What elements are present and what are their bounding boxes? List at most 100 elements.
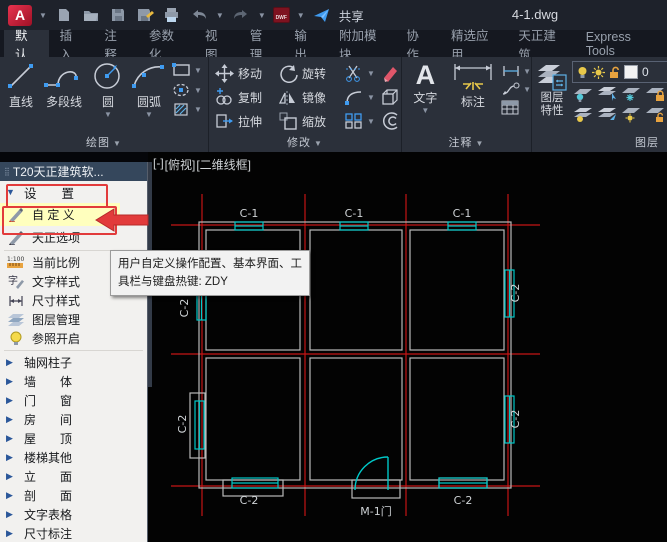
leader-caret-icon[interactable]: ▼ bbox=[523, 85, 531, 94]
group-text-table[interactable]: ▶文字表格 bbox=[0, 505, 147, 524]
group-stairs-other[interactable]: ▶楼梯其他 bbox=[0, 448, 147, 467]
undo-caret-icon[interactable]: ▼ bbox=[216, 11, 224, 20]
tab-manage[interactable]: 管理 bbox=[239, 30, 284, 57]
circle-caret-icon[interactable]: ▼ bbox=[104, 110, 112, 119]
hatch-button[interactable]: ▼ bbox=[172, 101, 202, 118]
item-reference-on[interactable]: 参照开启 bbox=[0, 329, 147, 348]
text-style-icon: 字 bbox=[6, 274, 26, 289]
group-roof[interactable]: ▶屋 顶 bbox=[0, 429, 147, 448]
app-logo-icon[interactable]: A bbox=[8, 5, 32, 26]
undo-icon[interactable] bbox=[189, 5, 209, 25]
item-layer-management[interactable]: 图层管理 bbox=[0, 310, 147, 329]
arc-button[interactable]: 圆弧 ▼ bbox=[128, 57, 170, 119]
tab-output[interactable]: 输出 bbox=[283, 30, 328, 57]
bulb-icon bbox=[6, 331, 26, 346]
layer-thaw-all-icon[interactable] bbox=[620, 106, 642, 124]
tab-tianzheng[interactable]: 天正建筑 bbox=[507, 30, 574, 57]
arc-icon bbox=[128, 60, 170, 92]
save-icon[interactable] bbox=[108, 5, 128, 25]
layer-panel-label[interactable]: 图层 bbox=[532, 134, 667, 150]
leader-button[interactable]: ▼ bbox=[501, 82, 531, 96]
annotate-panel-caret-icon: ▼ bbox=[476, 139, 485, 148]
tab-insert[interactable]: 插入 bbox=[49, 30, 94, 57]
tab-view[interactable]: 视图 bbox=[194, 30, 239, 57]
circle-button[interactable]: 圆 ▼ bbox=[90, 57, 126, 119]
group-dimension[interactable]: ▶尺寸标注 bbox=[0, 524, 147, 542]
layer-lock-icon[interactable] bbox=[644, 85, 666, 103]
tab-addins[interactable]: 附加模块 bbox=[328, 30, 395, 57]
move-button[interactable]: 移动 bbox=[215, 61, 279, 85]
redo-caret-icon[interactable]: ▼ bbox=[258, 11, 266, 20]
group-room[interactable]: ▶房 间 bbox=[0, 410, 147, 429]
group-elevation[interactable]: ▶立 面 bbox=[0, 467, 147, 486]
layer-properties-button[interactable]: 图层特性 bbox=[536, 59, 568, 127]
group-door-window[interactable]: ▶门 窗 bbox=[0, 391, 147, 410]
text-caret-icon[interactable]: ▼ bbox=[421, 106, 429, 115]
scale-button[interactable]: 缩放 bbox=[279, 109, 345, 133]
new-file-icon[interactable] bbox=[54, 5, 74, 25]
array-button[interactable]: ▼ bbox=[345, 109, 381, 133]
layer-on-off-icon[interactable] bbox=[572, 106, 594, 124]
tab-annotate[interactable]: 注释 bbox=[93, 30, 138, 57]
mirror-button[interactable]: 镜像 bbox=[279, 85, 345, 109]
stretch-button[interactable]: 拉伸 bbox=[215, 109, 279, 133]
group-section[interactable]: ▶剖 面 bbox=[0, 486, 147, 505]
redo-icon[interactable] bbox=[231, 5, 251, 25]
open-folder-icon[interactable] bbox=[81, 5, 101, 25]
layer-color-swatch[interactable] bbox=[624, 65, 638, 79]
trim-button[interactable]: ▼ bbox=[345, 61, 381, 85]
rectangle-button[interactable]: ▼ bbox=[172, 62, 202, 79]
polyline-button[interactable]: 多段线 bbox=[40, 57, 88, 119]
modify-panel-label[interactable]: 修改▼ bbox=[209, 134, 401, 150]
group-axis-column[interactable]: ▶轴网柱子 bbox=[0, 353, 147, 372]
line-button[interactable]: 直线 bbox=[4, 57, 38, 119]
save-as-icon[interactable] bbox=[135, 5, 155, 25]
fillet-caret-icon[interactable]: ▼ bbox=[367, 93, 375, 102]
text-button[interactable]: A 文字 ▼ bbox=[406, 59, 445, 115]
palette-title-bar[interactable]: ⣿ T20天正建筑软... bbox=[0, 162, 147, 181]
linear-dim-icon bbox=[501, 64, 521, 78]
share-plane-icon[interactable] bbox=[312, 5, 332, 25]
hatch-caret-icon[interactable]: ▼ bbox=[194, 105, 202, 114]
copy-button[interactable]: 复制 bbox=[215, 85, 279, 109]
print-icon[interactable] bbox=[162, 5, 182, 25]
rotate-button[interactable]: 旋转 bbox=[279, 61, 345, 85]
axis-grid-lines bbox=[171, 194, 540, 516]
layer-on-bulb-icon bbox=[577, 66, 588, 79]
linear-dim-caret-icon[interactable]: ▼ bbox=[523, 67, 531, 76]
ellipse-caret-icon[interactable]: ▼ bbox=[194, 86, 202, 95]
share-label[interactable]: 共享 bbox=[339, 6, 364, 25]
tab-express-tools[interactable]: Express Tools bbox=[575, 30, 667, 57]
layer-selector[interactable]: 0 bbox=[572, 61, 667, 83]
dwf-icon[interactable]: DWF bbox=[273, 7, 290, 23]
annotate-panel-label[interactable]: 注释▼ bbox=[402, 134, 531, 150]
table-button[interactable] bbox=[501, 100, 531, 115]
circle-icon bbox=[90, 60, 126, 92]
layer-freeze-icon[interactable] bbox=[620, 85, 642, 103]
fillet-button[interactable]: ▼ bbox=[345, 85, 381, 109]
tab-home[interactable]: 默认 bbox=[4, 30, 49, 57]
layer-prev-icon[interactable] bbox=[596, 106, 618, 124]
group-wall[interactable]: ▶墙 体 bbox=[0, 372, 147, 391]
ellipse-button[interactable]: ▼ bbox=[172, 82, 202, 98]
layer-match-icon[interactable] bbox=[596, 85, 618, 103]
array-caret-icon[interactable]: ▼ bbox=[367, 117, 375, 126]
layer-isolate-icon[interactable] bbox=[572, 85, 594, 103]
chevron-right-icon: ▶ bbox=[6, 376, 18, 387]
dimension-button[interactable]: 标注 bbox=[449, 59, 497, 115]
palette-grip-icon[interactable]: ⣿ bbox=[4, 167, 9, 176]
tab-featured-apps[interactable]: 精选应用 bbox=[440, 30, 507, 57]
layer-unlock-all-icon[interactable] bbox=[644, 106, 666, 124]
arc-caret-icon[interactable]: ▼ bbox=[145, 110, 153, 119]
dwf-caret-icon[interactable]: ▼ bbox=[297, 11, 305, 20]
window-label: C-1 bbox=[453, 207, 472, 220]
tab-collaborate[interactable]: 协作 bbox=[395, 30, 440, 57]
rectangle-caret-icon[interactable]: ▼ bbox=[194, 66, 202, 75]
drawing-canvas[interactable]: [-] [俯视] [二维线框] bbox=[148, 152, 667, 542]
trim-caret-icon[interactable]: ▼ bbox=[367, 69, 375, 78]
linear-dim-button[interactable]: ▼ bbox=[501, 64, 531, 78]
palette-title: T20天正建筑软... bbox=[13, 163, 104, 180]
app-menu-caret-icon[interactable]: ▼ bbox=[39, 11, 47, 20]
tab-parametric[interactable]: 参数化 bbox=[138, 30, 194, 57]
draw-panel-label[interactable]: 绘图▼ bbox=[0, 134, 208, 150]
